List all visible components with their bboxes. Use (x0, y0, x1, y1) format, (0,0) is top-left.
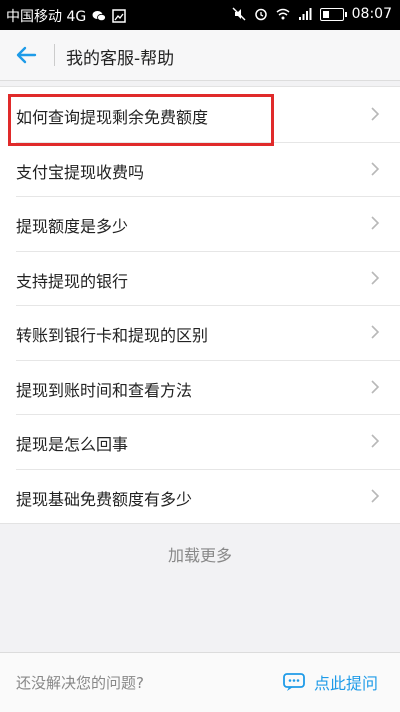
image-icon (112, 9, 126, 23)
chevron-right-icon (371, 270, 380, 285)
back-arrow-icon[interactable] (10, 38, 44, 72)
page-title: 我的客服-帮助 (66, 49, 175, 69)
chevron-right-icon (371, 325, 380, 339)
status-bar: 中国移动 4G 08:07 (0, 0, 400, 30)
status-right: 08:07 (232, 6, 392, 22)
help-item-label: 提现到账时间和查看方法 (16, 380, 193, 400)
help-item[interactable]: 转账到银行卡和提现的区别 (0, 305, 400, 360)
wechat-icon (92, 11, 107, 22)
help-item[interactable]: 支持提现的银行 (0, 250, 400, 306)
help-item[interactable]: 提现到账时间和查看方法 (0, 359, 400, 415)
signal-icon (298, 8, 312, 20)
highlight-annotation (8, 94, 274, 146)
help-list: 如何查询提现剩余免费额度 支付宝提现收费吗 提现额度是多少 支持提现的银行 转账… (0, 86, 400, 524)
chevron-right-icon (371, 488, 380, 503)
alarm-icon (254, 8, 267, 21)
help-item[interactable]: 支付宝提现收费吗 (0, 141, 400, 197)
footer-bar: 还没解决您的问题? 点此提问 (0, 652, 400, 712)
chat-bubble-icon (283, 673, 305, 691)
nav-header: 我的客服-帮助 (0, 30, 400, 81)
ask-question-label: 点此提问 (313, 674, 378, 693)
help-item-label: 支持提现的银行 (16, 271, 129, 291)
carrier-label: 中国移动 4G (6, 9, 87, 25)
load-more-button[interactable]: 加载更多 (0, 530, 400, 582)
chevron-right-icon (371, 379, 380, 394)
status-left: 中国移动 4G (6, 6, 126, 26)
unresolved-question-label: 还没解决您的问题? (16, 674, 144, 692)
wifi-icon (276, 8, 290, 20)
help-item-label: 提现基础免费额度有多少 (16, 489, 193, 509)
chevron-right-icon (371, 107, 380, 121)
chevron-right-icon (371, 216, 380, 230)
battery-icon (319, 7, 347, 21)
help-item[interactable]: 提现额度是多少 (0, 196, 400, 251)
mute-icon (232, 7, 246, 21)
help-item-label: 提现额度是多少 (16, 217, 129, 236)
chevron-right-icon (371, 434, 380, 448)
help-item-label: 支付宝提现收费吗 (16, 162, 145, 182)
help-item-label: 提现是怎么回事 (16, 435, 129, 454)
ask-question-button[interactable]: 点此提问 (282, 665, 378, 699)
clock-label: 08:07 (351, 6, 392, 22)
header-divider (54, 44, 55, 66)
help-item-label: 转账到银行卡和提现的区别 (16, 326, 209, 345)
help-item[interactable]: 提现基础免费额度有多少 (0, 468, 400, 524)
help-item[interactable]: 提现是怎么回事 (0, 414, 400, 469)
chevron-right-icon (371, 161, 380, 176)
